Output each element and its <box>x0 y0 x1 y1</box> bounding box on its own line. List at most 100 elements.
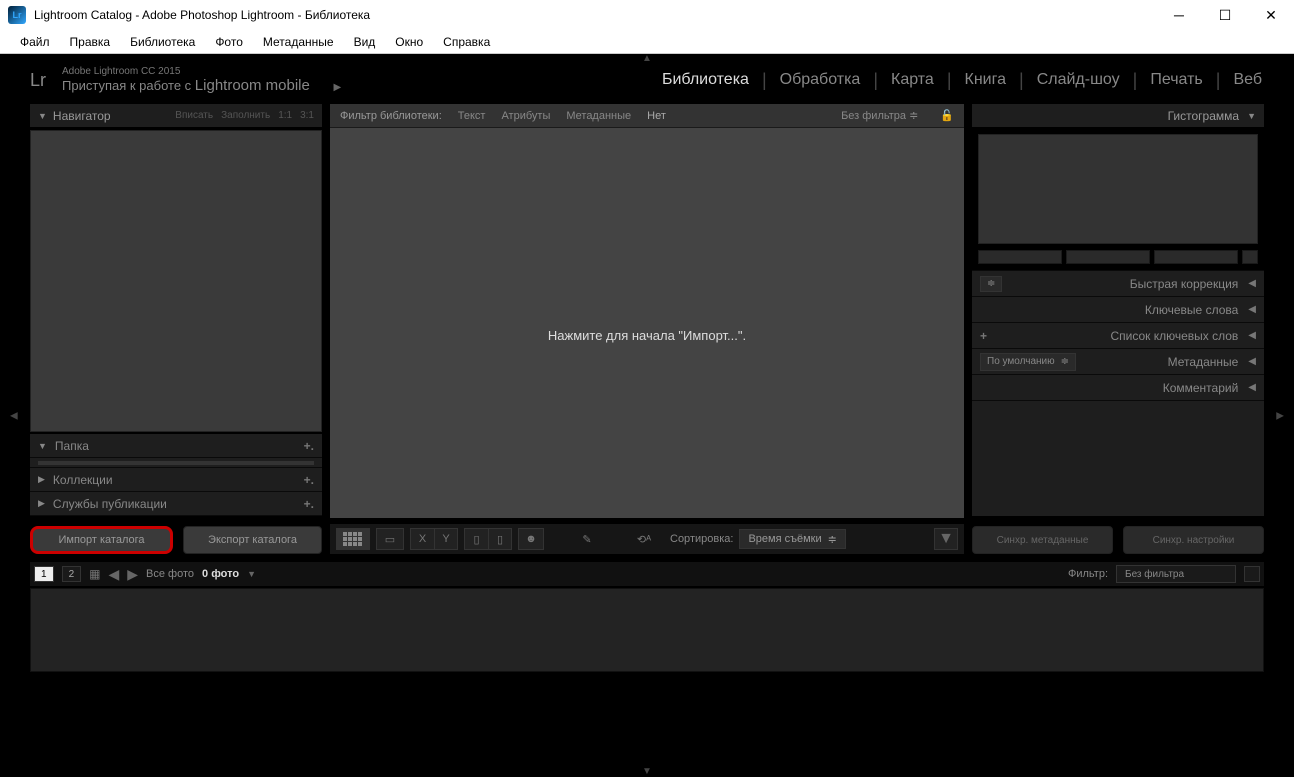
navigator-header[interactable]: ▼ Навигатор Вписать Заполнить 1:1 3:1 <box>30 104 322 128</box>
prev-button[interactable]: ◀ <box>108 566 119 583</box>
source-label[interactable]: Все фото <box>146 568 194 580</box>
folder-label: Папка <box>55 439 89 453</box>
menu-file[interactable]: Файл <box>10 32 60 52</box>
collections-label: Коллекции <box>53 473 113 487</box>
chevron-left-icon: ◀ <box>1248 356 1256 367</box>
chevron-left-icon: ◀ <box>1248 278 1256 289</box>
tab-map[interactable]: Карта <box>889 67 936 93</box>
center-panel: Фильтр библиотеки: Текст Атрибуты Метада… <box>330 104 964 554</box>
add-collection-icon[interactable]: +. <box>304 473 314 487</box>
filmstrip-bar: 1 2 ▦ ◀ ▶ Все фото 0 фото ▼ Фильтр: <box>30 562 1264 586</box>
filter-attributes[interactable]: Атрибуты <box>501 110 550 122</box>
menu-window[interactable]: Окно <box>385 32 433 52</box>
photo-count: 0 фото <box>202 568 239 580</box>
add-publish-icon[interactable]: +. <box>304 497 314 511</box>
quick-develop-row[interactable]: ≑ Быстрая коррекция ◀ <box>972 270 1264 296</box>
export-catalog-button[interactable]: Экспорт каталога <box>183 526 322 554</box>
folder-slider[interactable] <box>30 458 322 468</box>
survey-button-1[interactable]: ▯ <box>464 528 488 550</box>
publish-row[interactable]: ▶ Службы публикации +. <box>30 492 322 516</box>
sort-icon[interactable]: ⟲ᴬ <box>630 528 658 550</box>
dropdown-icon[interactable]: ▼ <box>247 569 256 579</box>
tab-book[interactable]: Книга <box>963 67 1008 93</box>
comments-label: Комментарий <box>1163 381 1239 395</box>
tab-print[interactable]: Печать <box>1148 67 1204 93</box>
chevron-left-icon: ◀ <box>1248 382 1256 393</box>
chevron-down-icon: ▼ <box>38 441 47 451</box>
menu-edit[interactable]: Правка <box>60 32 121 52</box>
histogram-info <box>978 250 1258 264</box>
toolbar-menu-button[interactable]: ▼ <box>934 528 958 550</box>
nav-1to1[interactable]: 1:1 <box>278 110 292 121</box>
filter-none[interactable]: Нет <box>647 110 666 122</box>
sync-settings-button[interactable]: Синхр. настройки <box>1123 526 1264 554</box>
mobile-link[interactable]: Приступая к работе с Lightroom mobile ▶ <box>62 77 341 94</box>
tab-develop[interactable]: Обработка <box>778 67 863 93</box>
nav-fit[interactable]: Вписать <box>175 110 213 121</box>
nav-fill[interactable]: Заполнить <box>221 110 270 121</box>
menu-view[interactable]: Вид <box>344 32 386 52</box>
expand-left-icon[interactable]: ◀ <box>10 410 18 421</box>
compare-x-button[interactable]: X <box>410 528 434 550</box>
people-view-button[interactable]: ☻ <box>518 528 544 550</box>
chevron-right-icon: ▶ <box>38 474 45 485</box>
tab-web[interactable]: Веб <box>1231 67 1264 93</box>
grid-view[interactable]: Нажмите для начала "Импорт...". <box>330 128 964 518</box>
sort-select[interactable]: Время съёмки≑ <box>739 529 845 549</box>
sync-metadata-button[interactable]: Синхр. метаданные <box>972 526 1113 554</box>
metadata-row[interactable]: По умолчанию≑ Метаданные ◀ <box>972 348 1264 374</box>
expand-top-icon[interactable]: ▲ <box>637 54 657 62</box>
toolbar: ▭ X Y ▯ ▯ ☻ ✎ ⟲ᴬ Сортировка: Время съёмк… <box>330 524 964 554</box>
compare-y-button[interactable]: Y <box>434 528 458 550</box>
tab-slideshow[interactable]: Слайд-шоу <box>1035 67 1122 93</box>
filter-text[interactable]: Текст <box>458 110 486 122</box>
filmstrip-filter-select[interactable] <box>1116 565 1236 583</box>
import-catalog-button[interactable]: Импорт каталога <box>30 526 173 554</box>
menu-library[interactable]: Библиотека <box>120 32 205 52</box>
filmstrip[interactable] <box>30 588 1264 672</box>
keywords-row[interactable]: Ключевые слова ◀ <box>972 296 1264 322</box>
folder-row[interactable]: ▼ Папка +. <box>30 434 322 458</box>
survey-group: ▯ ▯ <box>464 528 512 550</box>
close-button[interactable]: ✕ <box>1248 0 1294 30</box>
keyword-list-row[interactable]: + Список ключевых слов ◀ <box>972 322 1264 348</box>
nav-3to1[interactable]: 3:1 <box>300 110 314 121</box>
menu-help[interactable]: Справка <box>433 32 500 52</box>
survey-button-2[interactable]: ▯ <box>488 528 512 550</box>
menu-photo[interactable]: Фото <box>205 32 253 52</box>
filter-preset[interactable]: Без фильтра ≑ <box>841 109 918 122</box>
navigator-preview[interactable] <box>30 130 322 432</box>
metadata-label: Метаданные <box>1168 355 1239 369</box>
grid-icon[interactable]: ▦ <box>89 567 100 581</box>
quick-stepper[interactable]: ≑ <box>980 276 1002 292</box>
filter-metadata[interactable]: Метаданные <box>566 110 631 122</box>
tab-library[interactable]: Библиотека <box>660 67 751 93</box>
grid-view-button[interactable] <box>336 528 370 550</box>
app-icon: Lr <box>8 6 26 24</box>
metadata-preset-select[interactable]: По умолчанию≑ <box>980 353 1076 371</box>
app-version: Adobe Lightroom CC 2015 <box>62 66 341 77</box>
menu-metadata[interactable]: Метаданные <box>253 32 344 52</box>
loupe-view-button[interactable]: ▭ <box>376 528 404 550</box>
painter-icon[interactable]: ✎ <box>576 528 598 550</box>
quick-label: Быстрая коррекция <box>1130 277 1239 291</box>
add-keyword-icon[interactable]: + <box>980 329 987 343</box>
filter-bar: Фильтр библиотеки: Текст Атрибуты Метада… <box>330 104 964 128</box>
histogram-header[interactable]: Гистограмма ▼ <box>972 104 1264 128</box>
collections-row[interactable]: ▶ Коллекции +. <box>30 468 322 492</box>
app-body: ▲ ◀ ▶ Lr Adobe Lightroom CC 2015 Приступ… <box>0 54 1294 777</box>
expand-right-icon[interactable]: ▶ <box>1276 410 1284 421</box>
screen-1-button[interactable]: 1 <box>34 566 54 582</box>
comments-row[interactable]: Комментарий ◀ <box>972 374 1264 400</box>
next-button[interactable]: ▶ <box>127 566 138 583</box>
filter-label: Фильтр библиотеки: <box>340 110 442 122</box>
expand-bottom-icon[interactable]: ▼ <box>637 767 657 775</box>
filmstrip-toggle[interactable] <box>1244 566 1260 582</box>
histogram-label: Гистограмма <box>1168 109 1239 123</box>
add-folder-icon[interactable]: +. <box>304 439 314 453</box>
maximize-button[interactable]: ☐ <box>1202 0 1248 30</box>
minimize-button[interactable]: ─ <box>1156 0 1202 30</box>
lock-icon[interactable]: 🔓 <box>940 109 954 122</box>
keywords-label: Ключевые слова <box>1145 303 1238 317</box>
screen-2-button[interactable]: 2 <box>62 566 82 582</box>
